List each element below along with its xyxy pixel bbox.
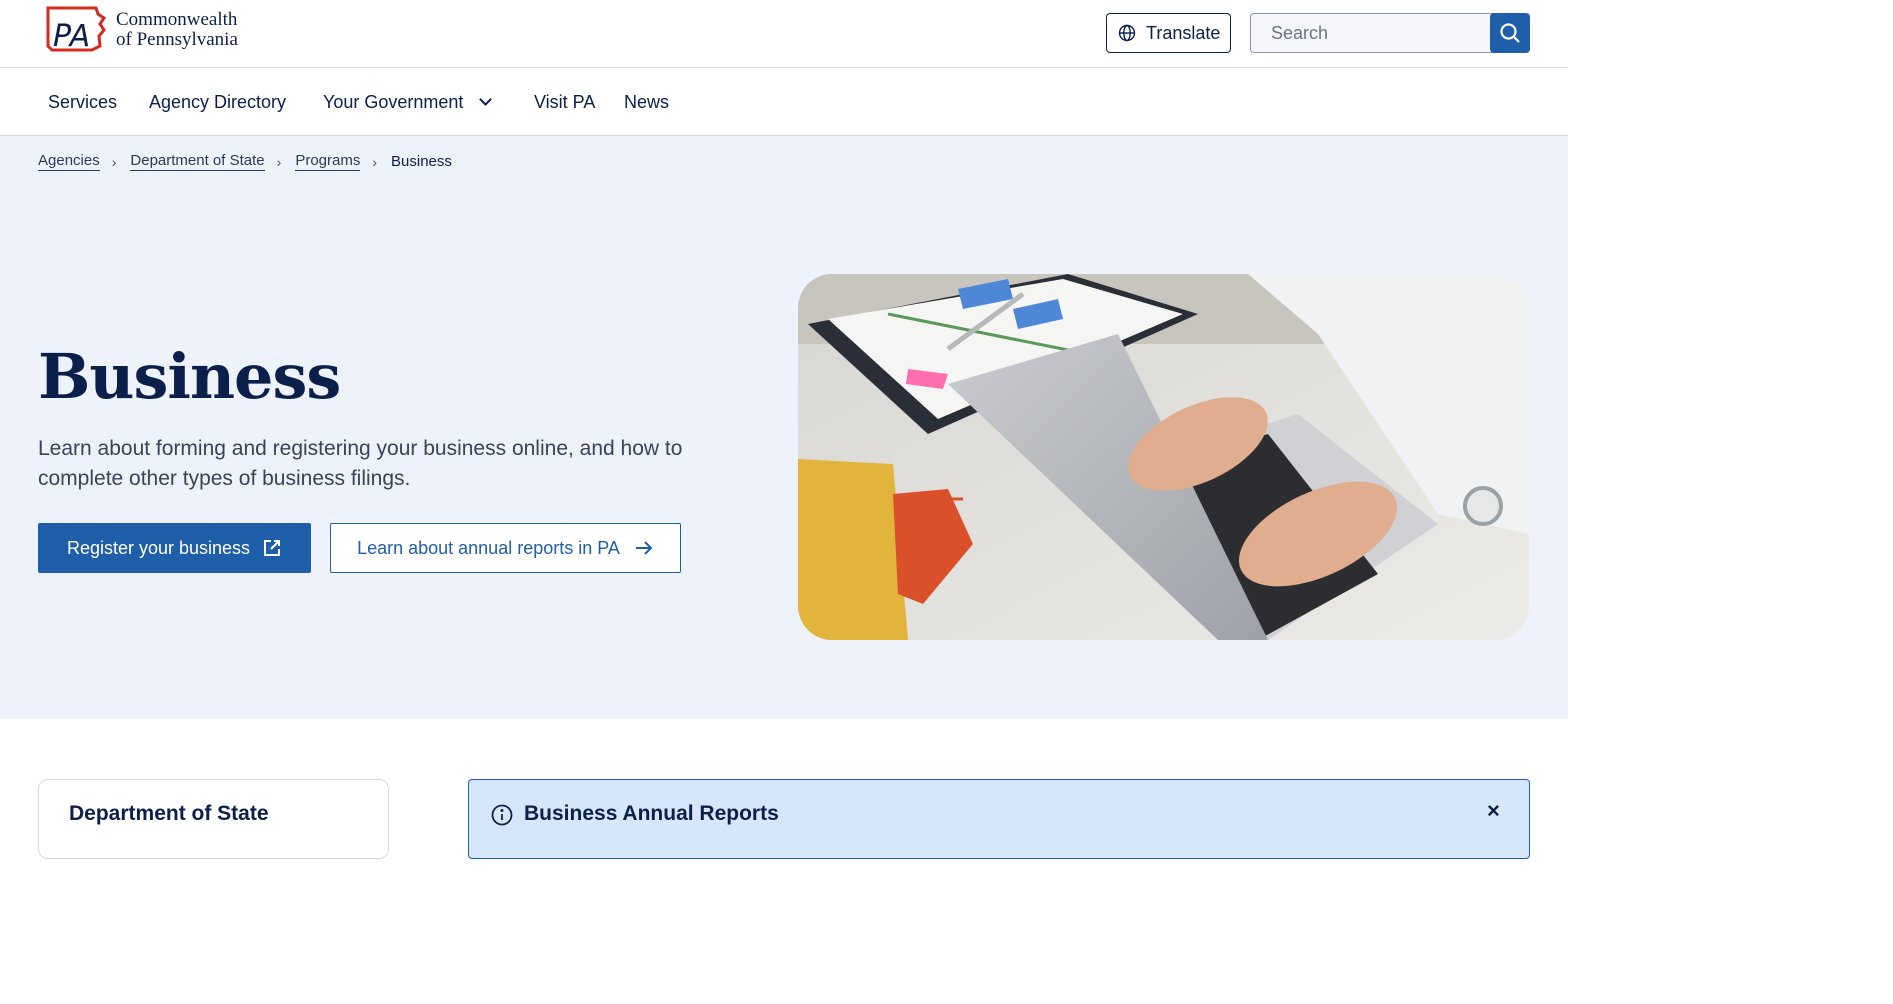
nav-item-services[interactable]: Services	[48, 92, 117, 113]
hero-section: Agencies › Department of State › Program…	[0, 136, 1568, 719]
close-icon[interactable]: ×	[1487, 798, 1500, 824]
page-description: Learn about forming and registering your…	[38, 437, 683, 490]
breadcrumb-link-agencies[interactable]: Agencies	[38, 152, 100, 171]
info-icon	[491, 804, 513, 826]
site-header: PA Commonwealth of Pennsylvania Translat…	[0, 0, 1568, 68]
chevron-down-icon	[479, 93, 493, 106]
sidebar-title: Department of State	[69, 802, 269, 825]
alert-banner: Business Annual Reports ×	[468, 779, 1530, 859]
search-input[interactable]	[1250, 13, 1494, 53]
page-title: Business	[38, 340, 341, 413]
annual-reports-button[interactable]: Learn about annual reports in PA	[330, 523, 681, 573]
register-business-button[interactable]: Register your business	[38, 523, 311, 573]
external-link-icon	[262, 538, 282, 558]
chevron-right-icon: ›	[111, 153, 117, 170]
hero-photo-laptop	[798, 274, 1529, 640]
search-button[interactable]	[1490, 13, 1530, 53]
breadcrumb-current: Business	[391, 153, 452, 170]
arrow-right-icon	[634, 538, 654, 558]
logo-wordmark: Commonwealth of Pennsylvania	[116, 10, 238, 50]
nav-item-agency-directory[interactable]: Agency Directory	[149, 92, 286, 113]
annual-reports-label: Learn about annual reports in PA	[357, 537, 620, 558]
nav-item-visit-pa[interactable]: Visit PA	[534, 92, 595, 113]
translate-button[interactable]: Translate	[1106, 13, 1231, 53]
pa-logo-icon: PA	[44, 6, 108, 54]
nav-item-your-government[interactable]: Your Government	[323, 92, 493, 113]
chevron-right-icon: ›	[372, 153, 378, 170]
nav-item-your-government-label: Your Government	[323, 92, 464, 112]
search-form	[1250, 13, 1530, 53]
nav-item-news[interactable]: News	[624, 92, 669, 113]
breadcrumb: Agencies › Department of State › Program…	[38, 152, 452, 171]
breadcrumb-link-programs[interactable]: Programs	[295, 152, 361, 171]
chevron-right-icon: ›	[276, 153, 282, 170]
globe-icon	[1118, 24, 1136, 42]
logo-mark-text: PA	[53, 19, 90, 54]
site-logo[interactable]: PA Commonwealth of Pennsylvania	[44, 6, 238, 54]
register-business-label: Register your business	[66, 537, 251, 558]
sidebar-card: Department of State	[38, 779, 389, 859]
logo-line-1: Commonwealth	[116, 9, 238, 30]
logo-line-2: of Pennsylvania	[116, 29, 238, 50]
breadcrumb-link-department-of-state[interactable]: Department of State	[130, 152, 265, 171]
search-icon	[1500, 23, 1520, 43]
alert-title: Business Annual Reports	[524, 802, 779, 825]
main-nav: Services Agency Directory Your Governmen…	[0, 68, 1568, 136]
translate-label: Translate	[1146, 22, 1221, 43]
